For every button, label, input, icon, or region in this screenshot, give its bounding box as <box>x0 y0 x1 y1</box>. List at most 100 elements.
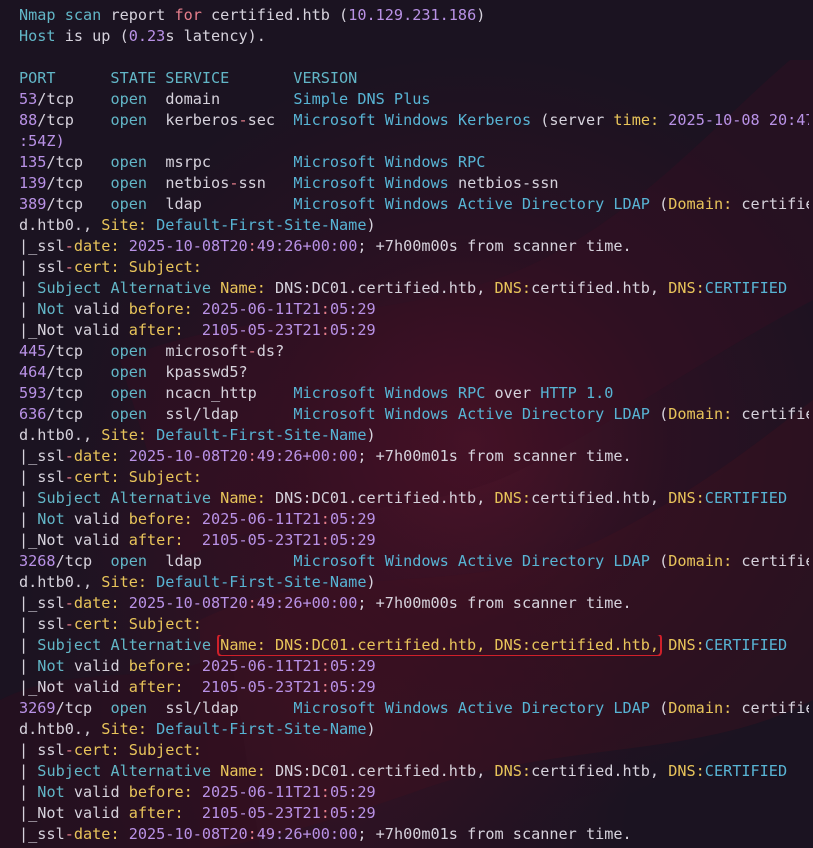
terminal-text: ssl/ldap <box>165 405 294 423</box>
terminal-text: from scanner time. <box>467 594 632 612</box>
terminal-text: : <box>320 657 330 675</box>
terminal-text: 2025-06-11T21 <box>192 783 321 801</box>
terminal-line: 593/tcp open ncacn_http Microsoft Window… <box>19 383 809 404</box>
terminal-text: ssn <box>238 174 294 192</box>
terminal-text: CERTIFIED <box>704 489 788 507</box>
terminal-text: ) <box>476 6 486 24</box>
terminal-text: Simple DNS Plus <box>293 90 431 108</box>
terminal-text: 2105-05-23T21 <box>183 804 321 822</box>
terminal-text: 2025-06-11T21 <box>192 657 321 675</box>
terminal-text: 593 <box>19 384 47 402</box>
terminal-text: CERTIFIED <box>704 762 788 780</box>
terminal-window[interactable]: Nmap scan report for certified.htb (10.1… <box>0 0 813 848</box>
terminal-text: CERTIFIED <box>704 636 788 654</box>
terminal-text: +7h00m01s <box>375 825 468 843</box>
terminal-text: kpasswd5? <box>165 363 248 381</box>
terminal-line: | Subject Alternative Name: DNS:DC01.cer… <box>19 278 809 299</box>
terminal-text: after: <box>128 531 184 549</box>
terminal-text: for <box>174 6 202 24</box>
terminal-text: +00:00 <box>302 825 358 843</box>
terminal-text: before: <box>128 510 193 528</box>
terminal-text: 05:29 <box>329 678 376 696</box>
terminal-text: +00:00 <box>302 447 358 465</box>
terminal-text: d.htb0., <box>19 216 102 234</box>
terminal-text: netbios <box>165 174 230 192</box>
terminal-text: 05:29 <box>329 804 376 822</box>
terminal-text: time: <box>613 111 660 129</box>
terminal-text: open <box>110 195 166 213</box>
terminal-line: |_Not valid after: 2105-05-23T21:05:29 <box>19 677 809 698</box>
terminal-text: 2025-06-11T21 <box>192 510 321 528</box>
terminal-text: /tcp <box>37 90 111 108</box>
terminal-text: 389 <box>19 195 47 213</box>
terminal-line: d.htb0., Site: Default-First-Site-Name) <box>19 215 809 236</box>
terminal-text: Microsoft Windows Active Directory LDAP <box>293 552 660 570</box>
terminal-text: msrpc <box>165 153 294 171</box>
terminal-text: | ssl <box>19 615 65 633</box>
terminal-text: from scanner time. <box>467 825 632 843</box>
terminal-line: | ssl-cert: Subject: <box>19 614 809 635</box>
terminal-text: Microsoft Windows RPC <box>293 384 495 402</box>
terminal-text: | ssl <box>19 741 65 759</box>
terminal-line: |_ssl-date: 2025-10-08T20:49:26+00:00; +… <box>19 593 809 614</box>
terminal-text: open <box>110 153 166 171</box>
terminal-text: +7h00m01s <box>375 447 468 465</box>
terminal-text: Default-First-Site-Name <box>147 426 367 444</box>
terminal-text: before: <box>128 783 193 801</box>
terminal-text: Default-First-Site-Name <box>147 573 367 591</box>
terminal-text: Subject: <box>119 258 202 276</box>
terminal-line: d.htb0., Site: Default-First-Site-Name) <box>19 719 809 740</box>
terminal-text: | <box>19 489 38 507</box>
terminal-line: |_Not valid after: 2105-05-23T21:05:29 <box>19 803 809 824</box>
terminal-text: open <box>110 699 166 717</box>
terminal-text: after: <box>128 804 184 822</box>
terminal-text: : <box>320 531 330 549</box>
terminal-text: |_ssl <box>19 825 65 843</box>
terminal-text: Not <box>37 657 74 675</box>
terminal-text: Subject: <box>119 468 202 486</box>
terminal-text: Not <box>37 300 74 318</box>
terminal-text: Domain: <box>668 195 733 213</box>
terminal-text: valid <box>73 657 129 675</box>
terminal-text: report <box>110 6 175 24</box>
terminal-text: valid <box>73 300 129 318</box>
terminal-text: +7h00m00s <box>375 237 468 255</box>
terminal-line: | ssl-cert: Subject: <box>19 467 809 488</box>
terminal-text: 3269 <box>19 699 56 717</box>
terminal-text: Name: <box>220 279 266 297</box>
terminal-text: ) <box>366 426 376 444</box>
terminal-text: : <box>320 804 330 822</box>
terminal-text: /tcp <box>55 699 111 717</box>
terminal-text: 2025-10-08T20 <box>119 237 248 255</box>
terminal-text: ; <box>357 825 376 843</box>
terminal-text: - <box>229 174 239 192</box>
terminal-line: | Not valid before: 2025-06-11T21:05:29 <box>19 782 809 803</box>
terminal-text: sec <box>247 111 294 129</box>
terminal-text: 2025-10-08 <box>659 111 769 129</box>
terminal-text: ) <box>366 573 376 591</box>
terminal-text: DNS:DC01.certified.htb, <box>265 762 495 780</box>
terminal-output: Nmap scan report for certified.htb (10.1… <box>19 5 809 845</box>
terminal-text: microsoft <box>165 342 248 360</box>
terminal-line: :54Z) <box>19 131 809 152</box>
terminal-text: ( <box>659 195 669 213</box>
terminal-line: 445/tcp open microsoft-ds? <box>19 341 809 362</box>
terminal-text: Microsoft Windows Active Directory LDAP <box>293 405 660 423</box>
terminal-text: : <box>247 825 257 843</box>
terminal-text: /tcp <box>46 153 111 171</box>
terminal-text: ) <box>366 720 376 738</box>
terminal-line: 135/tcp open msrpc Microsoft Windows RPC <box>19 152 809 173</box>
terminal-text: Site: <box>101 216 148 234</box>
terminal-text: ; <box>357 237 376 255</box>
terminal-text: DNS:DC01.certified.htb, <box>265 279 495 297</box>
terminal-text: :54Z) <box>19 132 65 150</box>
terminal-line: 636/tcp open ssl/ldap Microsoft Windows … <box>19 404 809 425</box>
terminal-text: 05:29 <box>329 531 376 549</box>
terminal-text: 2105-05-23T21 <box>183 321 321 339</box>
terminal-text: DNS: <box>668 762 705 780</box>
terminal-text: date: <box>73 447 120 465</box>
terminal-text: ; <box>357 594 376 612</box>
terminal-text: certifie <box>732 195 809 213</box>
terminal-text: before: <box>128 657 193 675</box>
terminal-text: 20:47 <box>768 111 809 129</box>
